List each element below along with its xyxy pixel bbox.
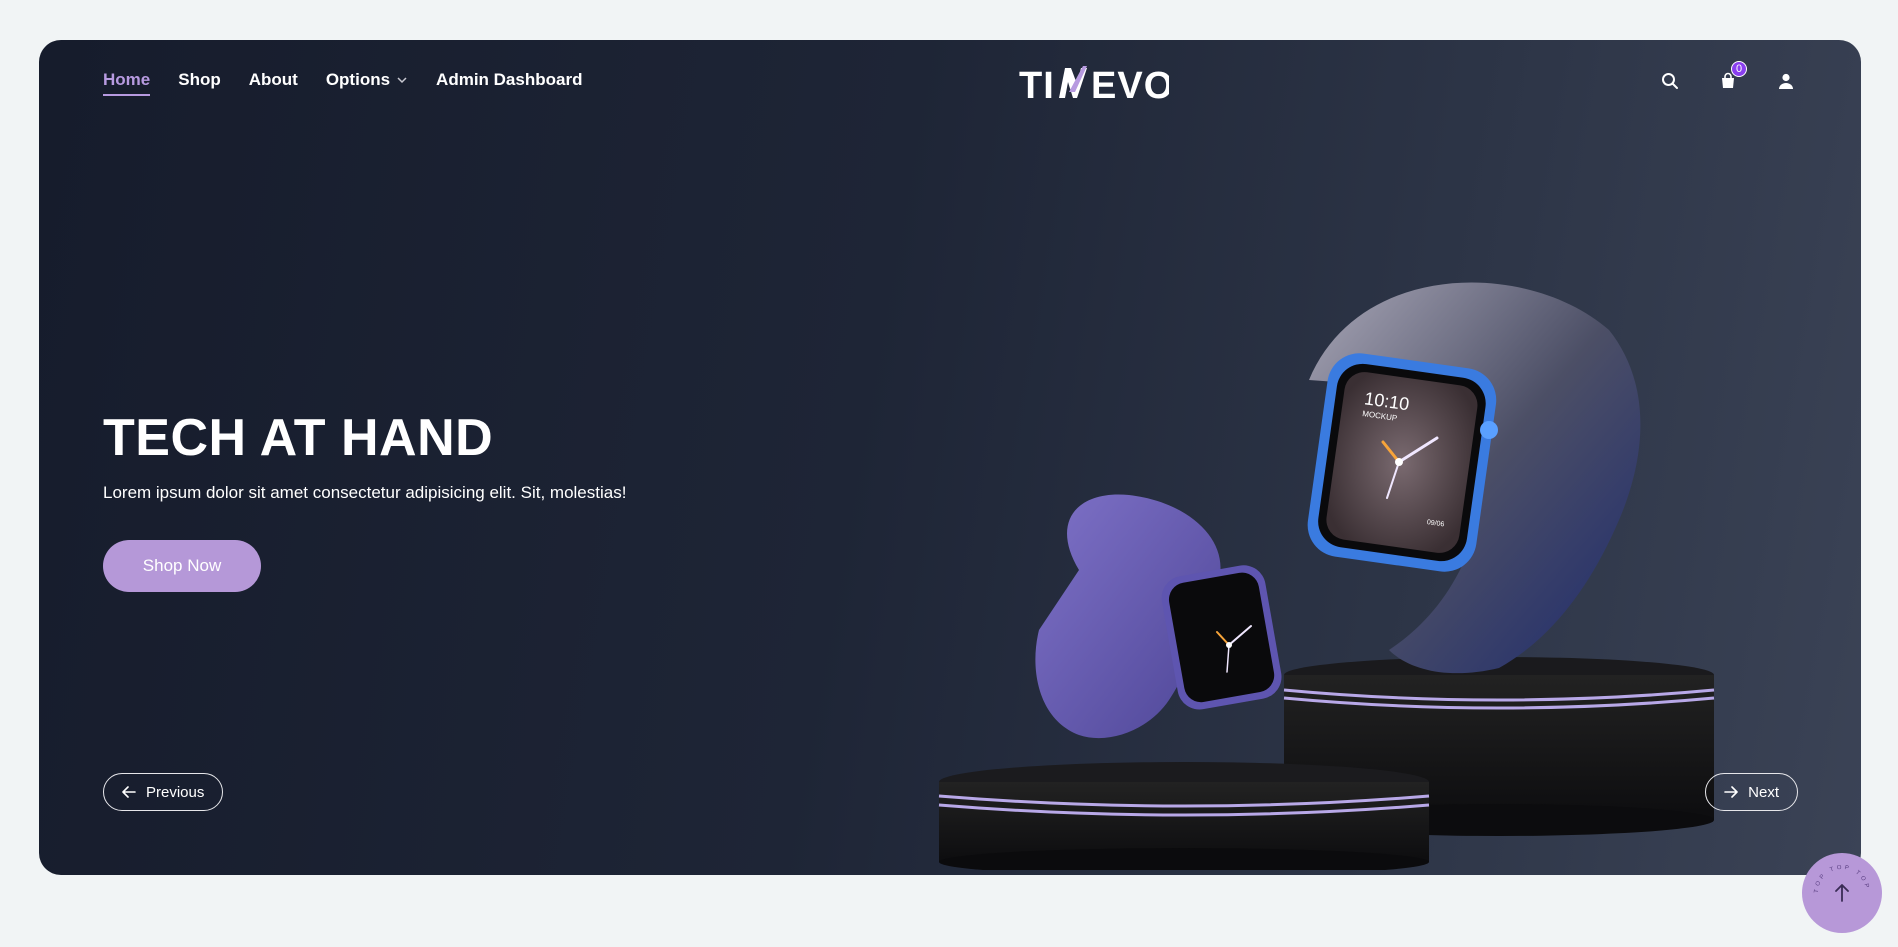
scroll-to-top-button[interactable]: TOP TOP TOP — [1802, 853, 1882, 933]
brand-logo[interactable]: TI EVO — [1019, 62, 1173, 108]
chevron-down-icon — [397, 77, 407, 84]
nav-options[interactable]: Options — [326, 70, 408, 96]
svg-text:TI: TI — [1019, 65, 1055, 107]
smartwatch-product-image: 10:10 MOCKUP 09/06 — [938, 282, 1715, 870]
cart-button[interactable]: 0 — [1717, 61, 1747, 92]
shop-now-button[interactable]: Shop Now — [103, 540, 261, 592]
user-icon[interactable] — [1775, 70, 1797, 92]
cart-count-badge: 0 — [1731, 61, 1747, 77]
hero-banner: Home Shop About Options Admin Dashboard … — [39, 40, 1861, 875]
nav-shop[interactable]: Shop — [178, 70, 221, 96]
previous-button[interactable]: Previous — [103, 773, 224, 811]
nav-admin-dashboard[interactable]: Admin Dashboard — [436, 70, 582, 96]
arrow-right-icon — [1724, 786, 1738, 798]
main-nav: Home Shop About Options Admin Dashboard — [103, 70, 582, 96]
previous-label: Previous — [146, 783, 205, 801]
header-icons: 0 — [1659, 61, 1797, 92]
nav-options-label: Options — [325, 70, 391, 89]
nav-about[interactable]: About — [249, 70, 298, 96]
hero-subtitle: Lorem ipsum dolor sit amet consectetur a… — [103, 483, 627, 502]
hero-title: TECH AT HAND — [103, 409, 494, 467]
next-button[interactable]: Next — [1705, 773, 1798, 811]
logo-mark: TI EVO — [1019, 65, 1173, 107]
nav-home[interactable]: Home — [103, 70, 151, 96]
search-icon[interactable] — [1659, 70, 1681, 92]
arrow-left-icon — [122, 786, 136, 798]
next-label: Next — [1748, 783, 1779, 801]
svg-text:EVO: EVO — [1091, 65, 1169, 107]
arrow-up-icon: TOP TOP TOP — [1814, 865, 1867, 902]
